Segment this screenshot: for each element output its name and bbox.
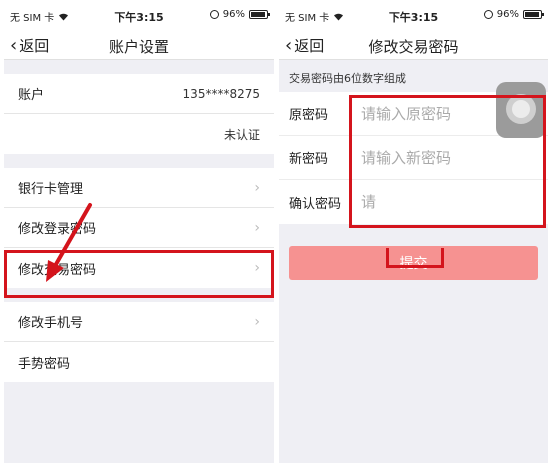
page-title: 修改交易密码 [368,38,459,56]
chevron-right-icon: › [254,260,260,276]
menu-group-2: 修改手机号 › 手势密码 [4,302,274,382]
battery-percent: 96% [496,9,519,20]
status-right: 96% [209,9,270,20]
menu-item-label: 银行卡管理 [18,182,84,197]
menu-item-change-login-password[interactable]: 修改登录密码 › [4,208,274,248]
submit-label: 提交 [399,256,428,272]
confirm-password-input[interactable] [361,193,531,211]
status-bar: 无 SIM 卡 下午3:15 96% [279,0,548,30]
menu-item-label: 手势密码 [18,356,71,372]
nav-bar: ‹ 返回 账户设置 [4,30,274,60]
menu-item-gesture-password[interactable]: 手势密码 [4,342,274,382]
menu-item-change-trade-password[interactable]: 修改交易密码 › [4,248,274,288]
submit-button[interactable]: 提交 [289,246,538,280]
account-value: 135****8275 [182,86,260,101]
page-title: 账户设置 [108,38,169,56]
account-settings-screen: 无 SIM 卡 下午3:15 96% ‹ 返回 账户设置 账户 135****8… [4,0,274,463]
verification-status: 未认证 [223,127,260,142]
menu-group-1: 银行卡管理 › 修改登录密码 › 修改交易密码 › [4,168,274,288]
account-row: 账户 135****8275 [4,74,274,114]
account-label: 账户 [18,88,45,103]
battery-icon [249,10,270,19]
rotation-lock-icon [209,10,219,19]
menu-item-label: 修改登录密码 [18,222,97,237]
new-password-input[interactable] [361,148,531,167]
chevron-right-icon: › [254,313,260,330]
confirm-password-row: 确认密码 [279,180,548,224]
new-password-label: 新密码 [289,152,329,167]
chevron-right-icon: › [254,219,260,236]
status-bar: 无 SIM 卡 下午3:15 96% [4,0,274,30]
old-password-label: 原密码 [289,108,329,123]
menu-item-label: 修改手机号 [18,316,84,331]
assistive-touch-button[interactable] [496,82,546,138]
change-trade-password-screen: 无 SIM 卡 下午3:15 96% ‹ 返回 修改交易密码 交易密码由6位数字… [279,0,548,463]
menu-item-label: 修改交易密码 [18,262,97,278]
new-password-row: 新密码 [279,136,548,180]
nav-bar: ‹ 返回 修改交易密码 [279,30,548,60]
status-right: 96% [483,9,544,20]
account-info-group: 账户 135****8275 未认证 [4,74,274,154]
rotation-lock-icon [483,10,493,19]
menu-item-change-phone[interactable]: 修改手机号 › [4,302,274,342]
menu-item-bank-cards[interactable]: 银行卡管理 › [4,168,274,208]
confirm-password-label: 确认密码 [289,196,342,212]
battery-percent: 96% [222,9,245,20]
battery-icon [523,10,544,19]
verification-row[interactable]: 未认证 [4,114,274,154]
chevron-right-icon: › [254,179,260,196]
